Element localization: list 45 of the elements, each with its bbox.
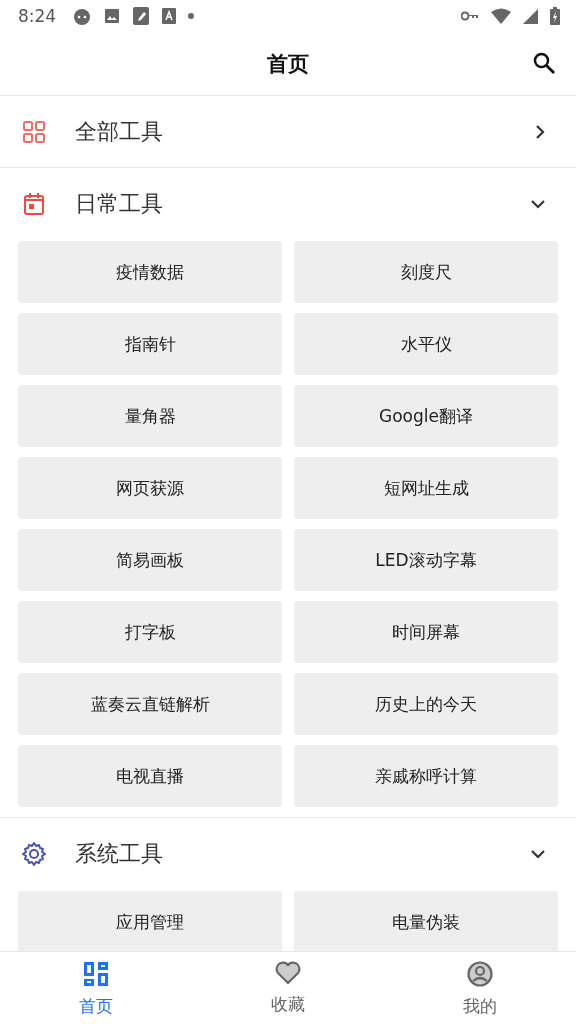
signal-icon (523, 8, 538, 24)
search-icon[interactable] (532, 51, 556, 75)
dot-icon (188, 13, 195, 19)
gear-icon (22, 841, 46, 866)
section-header[interactable]: 全部工具 (0, 96, 576, 167)
nav-tab[interactable]: 收藏 (192, 952, 384, 1024)
tool-button[interactable]: 疫情数据 (18, 241, 282, 303)
tool-button[interactable]: 刻度尺 (294, 241, 558, 303)
section-header[interactable]: 日常工具 (0, 168, 576, 239)
battery-icon (550, 7, 560, 25)
section-header[interactable]: 系统工具 (0, 818, 576, 889)
chevron-right-icon (534, 123, 546, 140)
tool-button[interactable]: 时间屏幕 (294, 601, 558, 663)
tool-button[interactable]: 亲戚称呼计算 (294, 745, 558, 807)
nav-tab[interactable]: 我的 (384, 952, 576, 1024)
chevron-down-icon (530, 847, 546, 860)
tool-button[interactable]: 简易画板 (18, 529, 282, 591)
page-title: 首页 (267, 50, 309, 78)
image-icon (104, 8, 121, 24)
grid-icon (22, 119, 46, 144)
tool-button[interactable]: 指南针 (18, 313, 282, 375)
tool-button[interactable]: 应用管理 (18, 891, 282, 951)
letter-icon (162, 8, 177, 24)
face-icon (72, 6, 93, 26)
tool-button[interactable]: 历史上的今天 (294, 673, 558, 735)
wifi-icon (491, 8, 511, 24)
dashboard-icon (83, 961, 109, 987)
heart-icon (275, 961, 301, 985)
tool-button[interactable]: Google翻译 (294, 385, 558, 447)
tool-button[interactable]: LED滚动字幕 (294, 529, 558, 591)
chevron-down-icon (530, 197, 546, 210)
tool-button[interactable]: 网页获源 (18, 457, 282, 519)
tool-button[interactable]: 量角器 (18, 385, 282, 447)
nav-tab[interactable]: 首页 (0, 952, 192, 1024)
status-time: 8:24 (18, 6, 57, 26)
tool-button[interactable]: 打字板 (18, 601, 282, 663)
calendar-icon (22, 191, 46, 216)
pencil-icon (132, 6, 151, 26)
tool-button[interactable]: 水平仪 (294, 313, 558, 375)
tool-button[interactable]: 短网址生成 (294, 457, 558, 519)
tool-button[interactable]: 电量伪装 (294, 891, 558, 951)
tool-button[interactable]: 蓝奏云直链解析 (18, 673, 282, 735)
key-icon (461, 11, 479, 21)
profile-icon (467, 961, 493, 987)
tool-button[interactable]: 电视直播 (18, 745, 282, 807)
